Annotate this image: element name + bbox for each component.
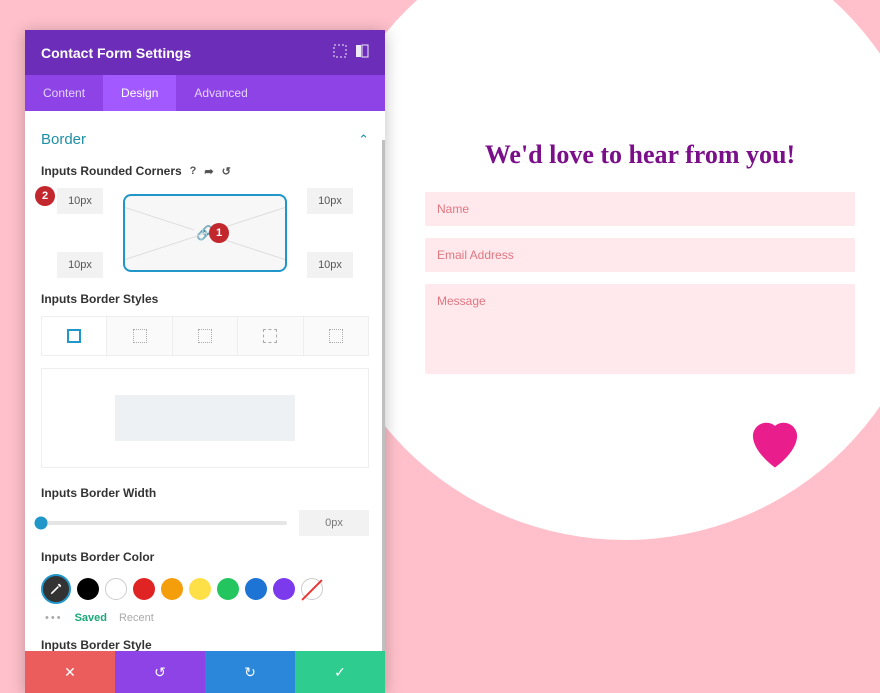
palette-saved[interactable]: Saved (75, 612, 107, 624)
tab-content[interactable]: Content (25, 75, 103, 111)
palette-recent[interactable]: Recent (119, 612, 154, 624)
swatch-yellow[interactable] (189, 578, 211, 600)
corner-input-tl[interactable] (57, 188, 103, 214)
corner-input-br[interactable] (307, 252, 353, 278)
heart-icon (745, 416, 805, 470)
swatch-transparent[interactable] (301, 578, 323, 600)
expand-icon[interactable] (333, 44, 347, 61)
settings-panel: Contact Form Settings Content Design Adv… (25, 30, 385, 693)
border-style-right[interactable] (173, 317, 238, 355)
section-border-label: Border (41, 131, 86, 148)
border-style-bottom[interactable] (238, 317, 303, 355)
border-width-value[interactable]: 0px (299, 510, 369, 536)
cancel-button[interactable]: ✕ (25, 651, 115, 693)
border-style-left[interactable] (304, 317, 368, 355)
panel-body: Border ⌃ Inputs Rounded Corners ? ➦ ↺ 2 … (25, 111, 385, 651)
snap-icon[interactable] (355, 44, 369, 61)
scrollbar[interactable] (382, 140, 385, 651)
reset-icon[interactable]: ↺ (222, 165, 231, 178)
undo-button[interactable]: ↺ (115, 651, 205, 693)
panel-header: Contact Form Settings (25, 30, 385, 75)
border-width-text: Inputs Border Width (41, 486, 156, 500)
rounded-corners-text: Inputs Rounded Corners (41, 164, 182, 178)
swatch-black[interactable] (77, 578, 99, 600)
border-style-all[interactable] (42, 317, 107, 355)
preview-email-field[interactable]: Email Address (425, 238, 855, 272)
swatch-purple[interactable] (273, 578, 295, 600)
annotation-badge-1: 1 (209, 223, 229, 243)
preview-title: We'd love to hear from you! (425, 140, 855, 170)
border-color-text: Inputs Border Color (41, 550, 154, 564)
corner-preview-box[interactable]: 🔗 1 (123, 194, 287, 272)
border-styles-label: Inputs Border Styles (41, 292, 369, 306)
annotation-badge-2: 2 (35, 186, 55, 206)
chevron-up-icon: ⌃ (358, 132, 369, 148)
preview-name-field[interactable]: Name (425, 192, 855, 226)
panel-title: Contact Form Settings (41, 45, 325, 61)
border-large-preview (41, 368, 369, 468)
border-color-label: Inputs Border Color (41, 550, 369, 564)
color-swatches (41, 574, 369, 604)
border-width-row: 0px (41, 510, 369, 536)
preview-form: We'd love to hear from you! Name Email A… (425, 140, 855, 386)
swatch-white[interactable] (105, 578, 127, 600)
preview-message-field[interactable]: Message (425, 284, 855, 374)
corner-input-bl[interactable] (57, 252, 103, 278)
border-large-preview-inner (115, 395, 294, 441)
tab-design[interactable]: Design (103, 75, 176, 111)
tab-advanced[interactable]: Advanced (176, 75, 265, 111)
swatch-red[interactable] (133, 578, 155, 600)
corner-input-tr[interactable] (307, 188, 353, 214)
border-style-top[interactable] (107, 317, 172, 355)
hover-icon[interactable]: ➦ (204, 165, 213, 178)
redo-button[interactable]: ↻ (205, 651, 295, 693)
border-styles-row (41, 316, 369, 356)
border-style-label: Inputs Border Style (41, 638, 369, 651)
tabs: Content Design Advanced (25, 75, 385, 111)
bottom-bar: ✕ ↺ ↻ ✓ (25, 651, 385, 693)
more-icon[interactable]: ••• (45, 612, 63, 624)
color-picker-button[interactable] (41, 574, 71, 604)
rounded-corners-control: 2 🔗 1 (41, 188, 369, 278)
help-icon[interactable]: ? (190, 165, 197, 177)
slider-thumb[interactable] (35, 517, 48, 530)
palette-tabs: ••• Saved Recent (41, 612, 369, 624)
border-styles-text: Inputs Border Styles (41, 292, 158, 306)
border-width-label: Inputs Border Width (41, 486, 369, 500)
swatch-orange[interactable] (161, 578, 183, 600)
rounded-corners-label: Inputs Rounded Corners ? ➦ ↺ (41, 164, 369, 178)
swatch-blue[interactable] (245, 578, 267, 600)
border-style-text: Inputs Border Style (41, 638, 152, 651)
border-width-slider[interactable] (41, 521, 287, 525)
preview-circle: We'd love to hear from you! Name Email A… (315, 0, 880, 540)
section-border-header[interactable]: Border ⌃ (41, 123, 369, 158)
save-button[interactable]: ✓ (295, 651, 385, 693)
swatch-green[interactable] (217, 578, 239, 600)
